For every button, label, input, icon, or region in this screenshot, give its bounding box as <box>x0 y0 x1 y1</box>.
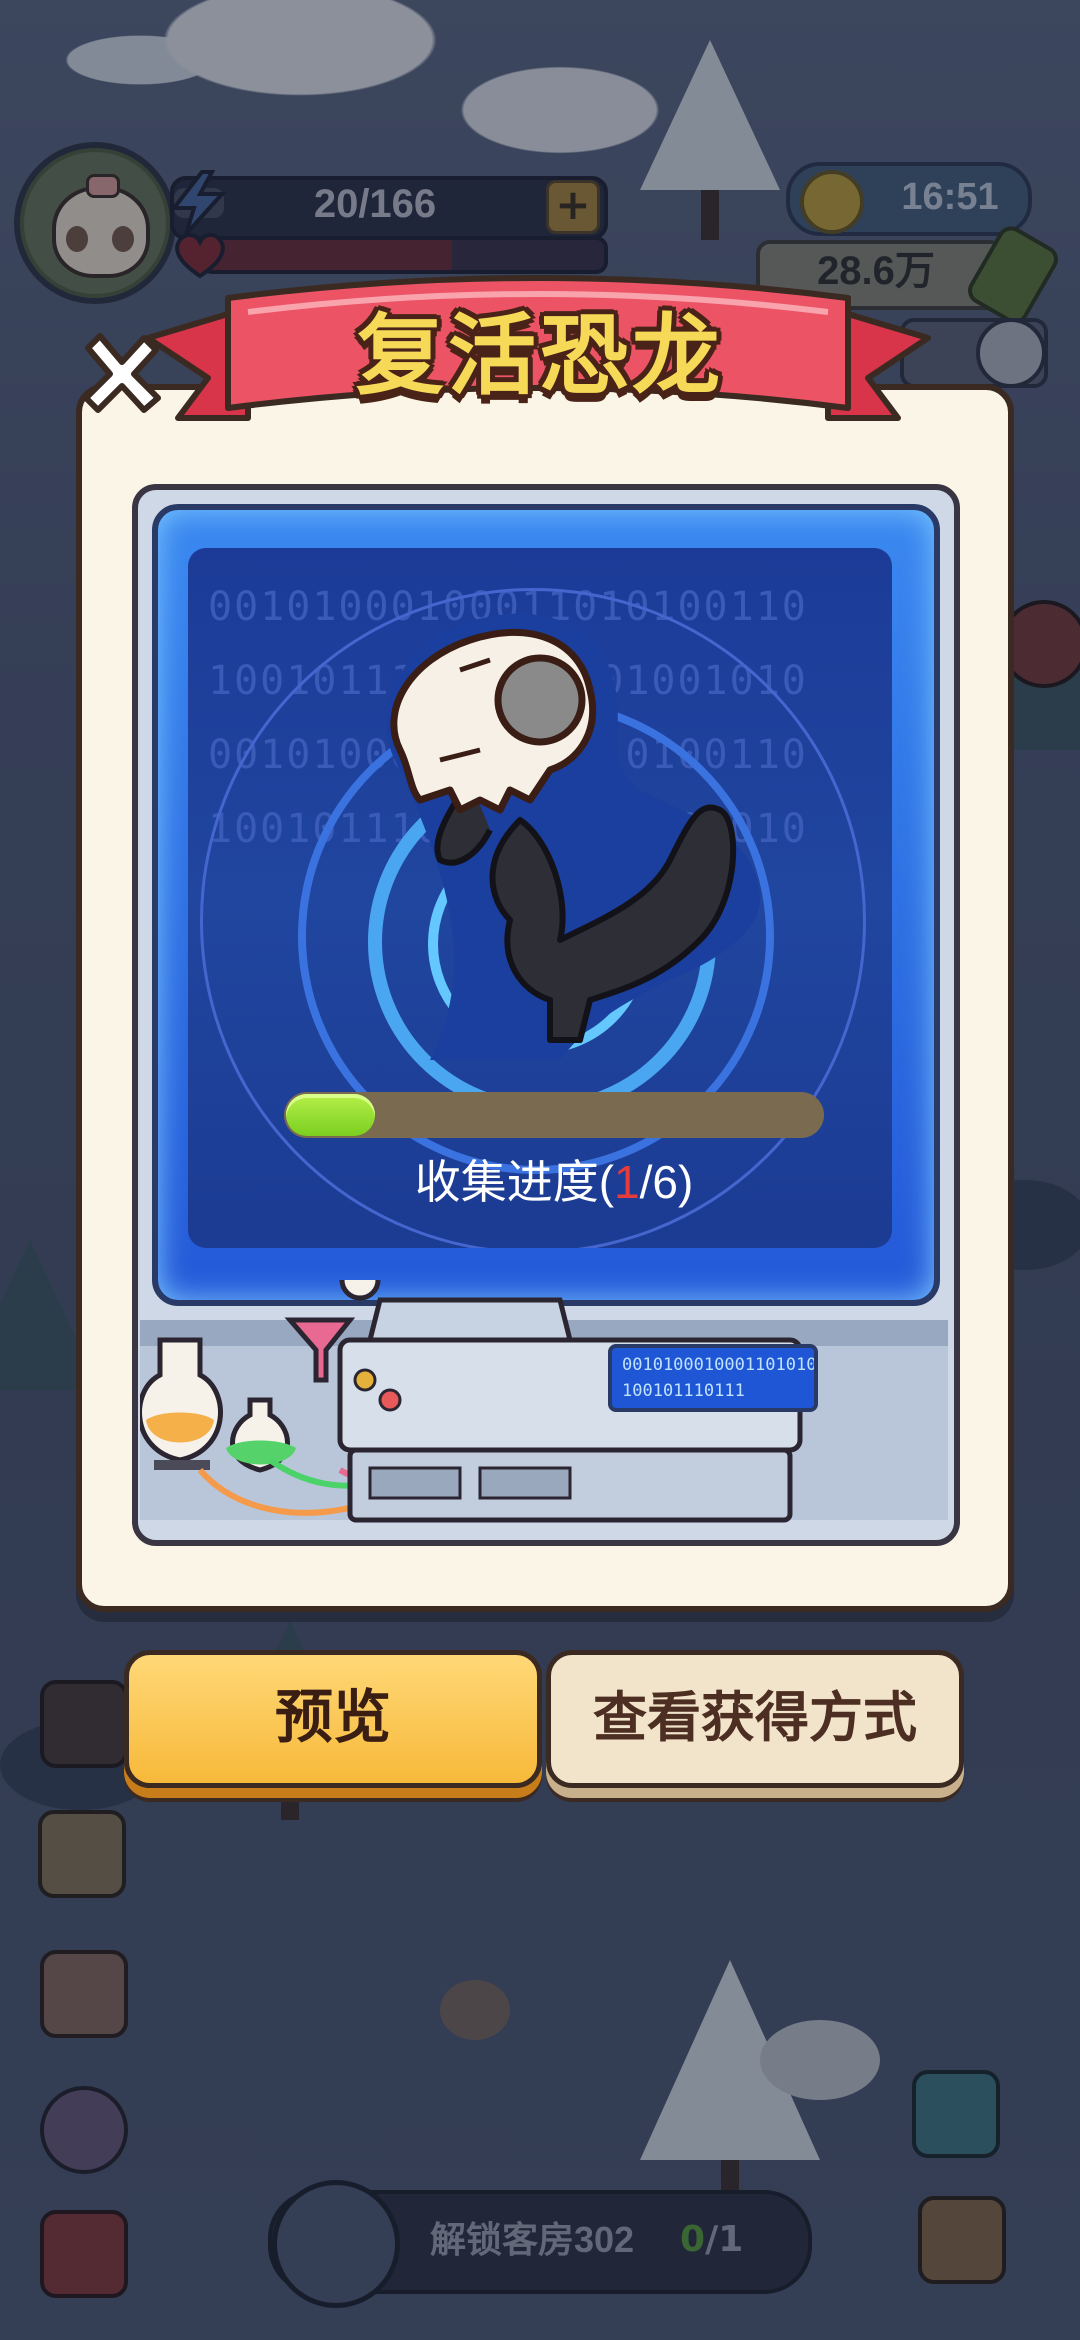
console-display: 0010100010001101010 100101110111 <box>608 1344 818 1412</box>
collection-progress-fill <box>286 1094 375 1136</box>
progress-suffix: /6) <box>639 1156 694 1208</box>
progress-current: 1 <box>614 1156 640 1208</box>
preview-button[interactable]: 预览 <box>124 1650 542 1788</box>
progress-prefix: 收集进度( <box>414 1156 615 1208</box>
dinosaur-skeleton-icon <box>386 613 760 1060</box>
how-to-obtain-button[interactable]: 查看获得方式 <box>546 1650 964 1788</box>
close-icon[interactable] <box>72 326 168 422</box>
dialog-title: 复活恐龙 <box>355 306 724 405</box>
collection-progress-label: 收集进度(1/6) <box>300 1152 808 1212</box>
lab-equipment <box>140 1280 948 1523</box>
